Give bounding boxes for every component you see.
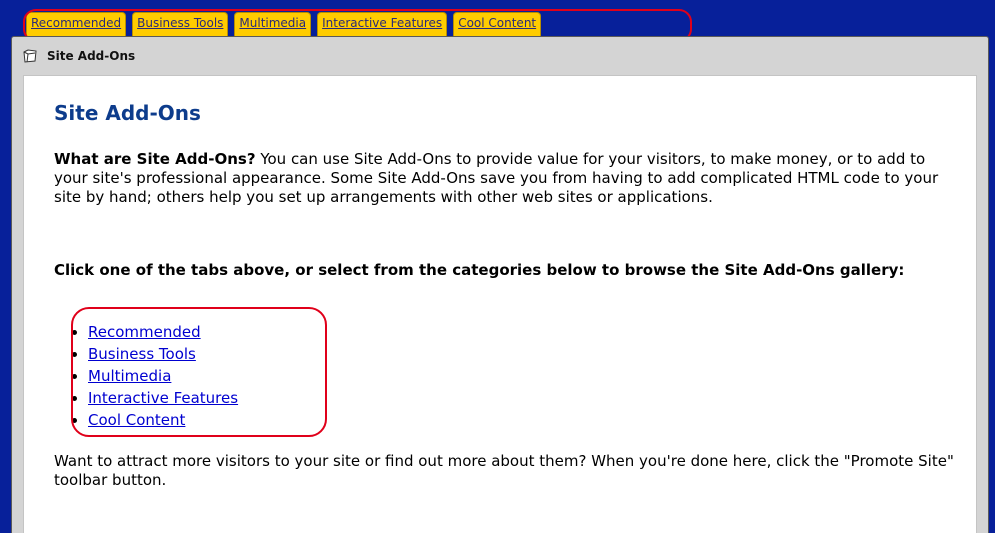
panel-header-title: Site Add-Ons	[47, 49, 136, 63]
tab-business-tools[interactable]: Business Tools	[132, 12, 229, 36]
tab-interactive-features[interactable]: Interactive Features	[317, 12, 448, 36]
tab-list: Recommended Business Tools Multimedia In…	[26, 12, 547, 38]
intro-question: What are Site Add-Ons?	[54, 150, 256, 168]
page-title: Site Add-Ons	[54, 101, 201, 125]
list-item: Multimedia	[88, 365, 238, 387]
list-item: Cool Content	[88, 409, 238, 431]
list-item: Recommended	[88, 321, 238, 343]
folder-icon	[22, 48, 38, 64]
tab-multimedia[interactable]: Multimedia	[234, 12, 312, 36]
content-area: Site Add-Ons What are Site Add-Ons? You …	[23, 75, 977, 533]
app-frame: Recommended Business Tools Multimedia In…	[0, 0, 995, 533]
tab-bar: Recommended Business Tools Multimedia In…	[0, 0, 995, 42]
category-list: Recommended Business Tools Multimedia In…	[70, 321, 238, 431]
category-link-cool-content[interactable]: Cool Content	[88, 411, 185, 429]
category-link-business-tools[interactable]: Business Tools	[88, 345, 196, 363]
tab-cool-content[interactable]: Cool Content	[453, 12, 542, 36]
intro-paragraph: What are Site Add-Ons? You can use Site …	[54, 150, 959, 207]
panel-header: Site Add-Ons	[12, 37, 988, 75]
list-item: Interactive Features	[88, 387, 238, 409]
browse-prompt: Click one of the tabs above, or select f…	[54, 261, 905, 279]
tab-recommended[interactable]: Recommended	[26, 12, 127, 36]
category-link-interactive-features[interactable]: Interactive Features	[88, 389, 238, 407]
category-link-multimedia[interactable]: Multimedia	[88, 367, 171, 385]
outro-paragraph: Want to attract more visitors to your si…	[54, 452, 954, 489]
category-link-recommended[interactable]: Recommended	[88, 323, 201, 341]
content-panel: Site Add-Ons Site Add-Ons What are Site …	[11, 36, 989, 533]
list-item: Business Tools	[88, 343, 238, 365]
